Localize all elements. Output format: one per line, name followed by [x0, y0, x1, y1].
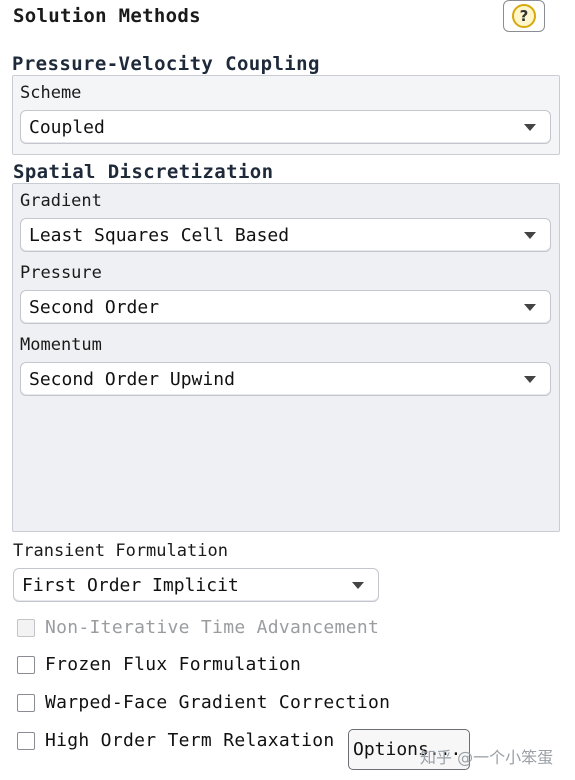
chevron-down-icon [524, 375, 536, 383]
chevron-down-icon [524, 123, 536, 131]
high-order-term-relaxation-checkbox[interactable]: High Order Term Relaxation [17, 730, 335, 751]
pressure-label: Pressure [20, 263, 102, 283]
watermark-text: 知乎 @一个小笨蛋 [420, 748, 554, 767]
help-button[interactable]: ? [503, 0, 545, 32]
scheme-dropdown[interactable]: Coupled [20, 110, 551, 144]
scheme-value: Coupled [29, 116, 105, 138]
momentum-dropdown[interactable]: Second Order Upwind [20, 362, 551, 396]
checkbox-box[interactable] [17, 618, 35, 637]
gradient-value: Least Squares Cell Based [29, 224, 290, 246]
checkbox-label: Frozen Flux Formulation [45, 654, 302, 675]
pressure-dropdown[interactable]: Second Order [20, 290, 551, 324]
frozen-flux-formulation-checkbox[interactable]: Frozen Flux Formulation [17, 654, 301, 675]
panel-title: Solution Methods [13, 5, 201, 27]
checkbox-label: Non-Iterative Time Advancement [45, 617, 380, 638]
gradient-label: Gradient [20, 191, 102, 211]
spatial-title: Spatial Discretization [13, 161, 274, 183]
scheme-label: Scheme [20, 83, 82, 103]
checkbox-box[interactable] [17, 731, 35, 750]
pressure-value: Second Order [29, 296, 160, 318]
transient-label: Transient Formulation [13, 541, 228, 561]
checkbox-label: High Order Term Relaxation [45, 730, 335, 751]
checkbox-label: Warped-Face Gradient Correction [45, 692, 391, 713]
transient-dropdown[interactable]: First Order Implicit [13, 568, 379, 602]
help-question-icon: ? [512, 4, 536, 28]
chevron-down-icon [524, 231, 536, 239]
checkbox-box[interactable] [17, 693, 35, 712]
pv-coupling-title: Pressure-Velocity Coupling [12, 53, 320, 75]
transient-value: First Order Implicit [22, 574, 239, 596]
warped-face-gradient-correction-checkbox[interactable]: Warped-Face Gradient Correction [17, 692, 390, 713]
checkbox-box[interactable] [17, 655, 35, 674]
chevron-down-icon [352, 581, 364, 589]
momentum-label: Momentum [20, 335, 102, 355]
chevron-down-icon [524, 303, 536, 311]
gradient-dropdown[interactable]: Least Squares Cell Based [20, 218, 551, 252]
non-iterative-time-advancement-checkbox[interactable]: Non-Iterative Time Advancement [17, 617, 379, 638]
momentum-value: Second Order Upwind [29, 368, 235, 390]
